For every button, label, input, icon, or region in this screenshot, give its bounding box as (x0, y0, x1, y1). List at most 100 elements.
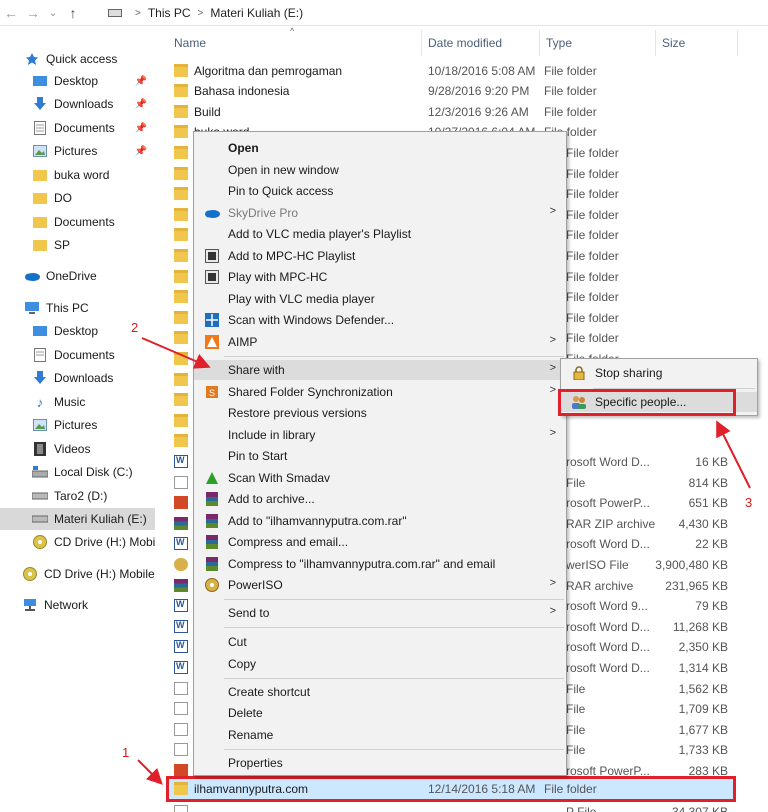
up-button[interactable]: ↑ (62, 2, 84, 24)
sidebar-item-documents[interactable]: Documents 📌 (32, 117, 155, 139)
breadcrumb-this-pc[interactable]: This PC (148, 6, 191, 20)
poweriso-icon (204, 577, 220, 593)
sidebar-item-music[interactable]: ♪ Music (32, 391, 155, 413)
menu-item-delete[interactable]: Delete (194, 703, 566, 723)
menu-item-add-to-rar[interactable]: Add to "ilhamvannyputra.com.rar" (194, 511, 566, 531)
winrar-icon (204, 491, 220, 507)
sidebar-item-downloads-pc[interactable]: Downloads (32, 367, 155, 389)
sidebar-item-desktop[interactable]: Desktop 📌 (32, 70, 155, 92)
menu-item-label: Pin to Quick access (228, 184, 334, 198)
file-icon (174, 681, 188, 695)
sidebar-item-documents-pc[interactable]: Documents (32, 344, 155, 366)
aimp-icon (204, 334, 220, 350)
sidebar-item-sp[interactable]: SP (32, 234, 155, 256)
sidebar-item-local-disk-c[interactable]: Local Disk (C:) (32, 461, 155, 483)
menu-item-scan-smadav[interactable]: Scan With Smadav (194, 468, 566, 488)
file-type: File folder (566, 187, 619, 202)
sidebar-label: Quick access (46, 52, 118, 66)
sidebar-label: buka word (54, 168, 110, 182)
back-button[interactable]: ← (0, 2, 22, 24)
mpc-hc-icon (204, 248, 220, 264)
menu-item-share-with[interactable]: Share with > (194, 360, 566, 380)
menu-item-stop-sharing[interactable]: Stop sharing (561, 363, 757, 383)
sidebar-item-buka-word[interactable]: buka word (32, 164, 155, 186)
column-header-date-modified[interactable]: Date modified (422, 30, 540, 56)
menu-item-open[interactable]: Open (194, 138, 566, 158)
menu-item-add-mpc-playlist[interactable]: Add to MPC-HC Playlist (194, 246, 566, 266)
menu-item-pin-to-start[interactable]: Pin to Start (194, 446, 566, 466)
submenu-arrow-icon: > (549, 427, 556, 439)
sidebar-item-downloads[interactable]: Downloads 📌 (32, 93, 155, 115)
menu-item-add-to-archive[interactable]: Add to archive... (194, 489, 566, 509)
folder-icon (174, 166, 188, 180)
sidebar-item-cd-drive-h[interactable]: CD Drive (H:) Mobil (32, 531, 155, 553)
folder-icon (174, 352, 188, 365)
file-date: 9/28/2016 9:20 PM (428, 84, 530, 98)
file-row[interactable]: Algoritma dan pemrogaman 10/18/2016 5:08… (168, 61, 738, 81)
sidebar-item-taro2-d[interactable]: Taro2 (D:) (32, 485, 155, 507)
file-size: 11,268 KB (672, 619, 728, 634)
sidebar-item-pictures[interactable]: Pictures 📌 (32, 140, 155, 162)
menu-item-scan-windows-defender[interactable]: Scan with Windows Defender... (194, 310, 566, 330)
menu-item-label: Compress and email... (228, 535, 349, 549)
sidebar-item-videos[interactable]: Videos (32, 438, 155, 460)
menu-item-compress-rar-email[interactable]: Compress to "ilhamvannyputra.com.rar" an… (194, 554, 566, 574)
forward-button[interactable]: → (22, 2, 44, 24)
file-type: P File (566, 805, 596, 812)
menu-item-rename[interactable]: Rename (194, 725, 566, 745)
file-row[interactable]: Bahasa indonesia 9/28/2016 9:20 PM File … (168, 81, 738, 101)
menu-item-restore-previous[interactable]: Restore previous versions (194, 403, 566, 423)
column-header-name[interactable]: Name (168, 30, 422, 56)
menu-item-play-mpc-hc[interactable]: Play with MPC-HC (194, 267, 566, 287)
menu-item-cut[interactable]: Cut (194, 632, 566, 652)
folder-icon (174, 290, 188, 304)
menu-item-label: Open (228, 141, 259, 155)
file-icon (174, 805, 188, 812)
menu-item-poweriso[interactable]: PowerISO > (194, 575, 566, 595)
sidebar-label: Desktop (54, 74, 99, 88)
menu-item-compress-email[interactable]: Compress and email... (194, 532, 566, 552)
column-header-size[interactable]: Size (656, 30, 738, 56)
sidebar-item-this-pc[interactable]: This PC (24, 297, 179, 319)
menu-separator (224, 356, 564, 357)
menu-item-open-new-window[interactable]: Open in new window (194, 160, 566, 180)
file-size: 16 KB (695, 455, 728, 469)
folder-icon (174, 413, 188, 427)
breadcrumb-separator: > (135, 7, 141, 19)
menu-item-send-to[interactable]: Send to > (194, 603, 566, 623)
windows-drive-icon (32, 465, 48, 479)
sidebar-item-do[interactable]: DO (32, 187, 155, 209)
column-header-type[interactable]: Type (540, 30, 656, 56)
breadcrumb-materi-kuliah[interactable]: Materi Kuliah (E:) (210, 6, 303, 20)
file-icon (174, 537, 188, 551)
menu-item-copy[interactable]: Copy (194, 654, 566, 674)
file-row[interactable]: P File 34,307 KB (168, 802, 738, 812)
pictures-icon (32, 418, 48, 432)
sidebar-item-pictures-pc[interactable]: Pictures (32, 414, 155, 436)
breadcrumb[interactable]: > This PC > Materi Kuliah (E:) (108, 2, 768, 24)
menu-item-add-vlc-playlist[interactable]: Add to VLC media player's Playlist (194, 224, 566, 244)
recent-locations-dropdown[interactable]: ⌄ (44, 2, 62, 24)
sidebar-item-onedrive[interactable]: OneDrive (24, 265, 179, 287)
file-size: 3,900,480 KB (655, 558, 728, 572)
file-row[interactable]: Build 12/3/2016 9:26 AM File folder (168, 102, 738, 122)
sidebar-item-cd-drive-h-mobile[interactable]: CD Drive (H:) Mobile (22, 563, 155, 585)
submenu-arrow-icon: > (549, 605, 556, 617)
menu-item-properties[interactable]: Properties (194, 753, 566, 773)
menu-item-include-in-library[interactable]: Include in library > (194, 425, 566, 445)
sidebar-item-quick-access[interactable]: Quick access (24, 48, 179, 70)
sidebar-item-materi-kuliah-e[interactable]: Materi Kuliah (E:) (0, 508, 155, 530)
menu-item-pin-quick-access[interactable]: Pin to Quick access (194, 181, 566, 201)
menu-item-shared-folder-sync[interactable]: S Shared Folder Synchronization > (194, 382, 566, 402)
svg-text:S: S (209, 388, 215, 398)
file-type: File folder (566, 310, 619, 325)
menu-item-create-shortcut[interactable]: Create shortcut (194, 682, 566, 702)
file-name: Build (194, 105, 221, 119)
file-size: 1,314 KB (678, 661, 728, 675)
menu-item-play-vlc[interactable]: Play with VLC media player (194, 289, 566, 309)
menu-item-aimp[interactable]: AIMP > (194, 332, 566, 352)
sidebar-item-documents-folder[interactable]: Documents (32, 211, 155, 233)
menu-item-skydrive-pro[interactable]: SkyDrive Pro > (194, 203, 566, 223)
sidebar-item-network[interactable]: Network (22, 594, 155, 616)
folder-icon (32, 215, 48, 229)
